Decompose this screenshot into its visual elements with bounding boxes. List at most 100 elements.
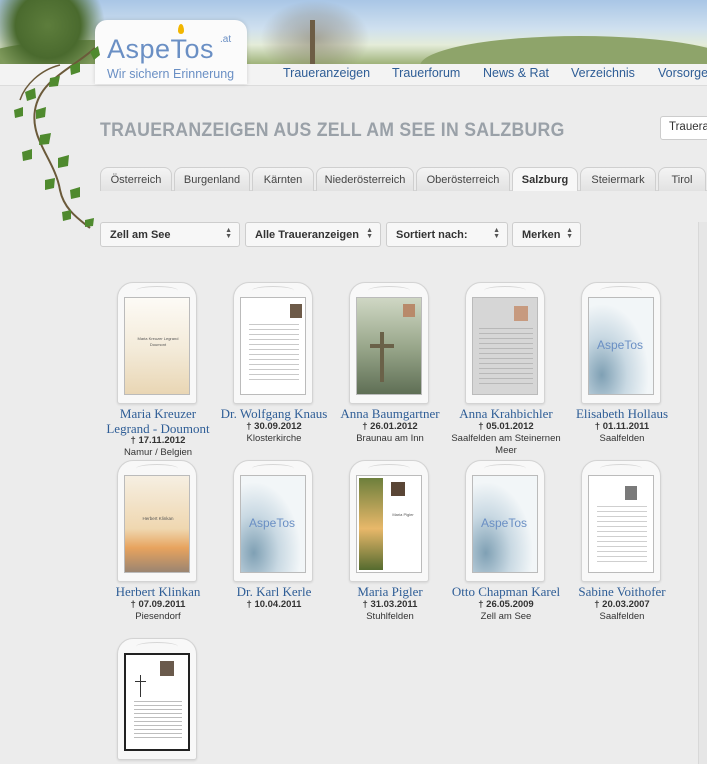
obituary-frame	[581, 460, 661, 582]
obituary-date: † 05.01.2012	[478, 421, 534, 432]
location-select-value: Zell am See	[110, 229, 171, 241]
obituary-frame: Maria Kreuzer Legrand Doumont	[117, 282, 197, 404]
thumb-logo-text: AspeTos	[481, 516, 528, 530]
obituary-place: Namur / Belgien	[123, 447, 193, 458]
cross-icon-bar	[370, 344, 394, 348]
cross-icon-bar	[135, 681, 146, 682]
thumb-portrait	[391, 482, 405, 496]
nav-verzeichnis[interactable]: Verzeichnis	[571, 66, 635, 80]
nav-news-rat[interactable]: News & Rat	[483, 66, 549, 80]
obituary-name[interactable]: Anna Baumgartner	[332, 406, 448, 421]
obituary-date: † 10.04.2011	[246, 599, 302, 610]
obituary-frame	[117, 638, 197, 760]
tab-oesterreich[interactable]: Österreich	[100, 167, 172, 191]
thumb-logo-text: AspeTos	[249, 516, 296, 530]
obituary-place: Piesendorf	[135, 611, 181, 622]
bookmark-select[interactable]: Merken ▲ ▼	[512, 222, 581, 247]
obituary-name[interactable]: Sabine Voithofer	[564, 584, 680, 599]
obituary-date: † 26.05.2009	[478, 599, 534, 610]
thumb-logo-text: AspeTos	[597, 338, 644, 352]
thumb-lines	[597, 506, 647, 562]
obituary-frame: AspeTos	[581, 282, 661, 404]
obituary-thumbnail[interactable]: AspeTos	[472, 475, 538, 573]
cross-icon	[380, 332, 384, 382]
type-select[interactable]: Alle Traueranzeigen ▲ ▼	[245, 222, 381, 247]
thumb-lines	[479, 328, 533, 386]
sort-select[interactable]: Sortiert nach: ▲ ▼	[386, 222, 508, 247]
obituary-thumbnail[interactable]: AspeTos	[588, 297, 654, 395]
logo-name: AspeTos	[107, 34, 215, 64]
obituary-place: Saalfelden	[599, 611, 645, 622]
up-down-arrows-icon: ▲ ▼	[566, 227, 573, 240]
tab-oberoesterreich[interactable]: Oberösterreich	[416, 167, 510, 191]
obituary-frame: AspeTos	[233, 460, 313, 582]
location-select[interactable]: Zell am See ▲ ▼	[100, 222, 240, 247]
thumb-portrait	[403, 304, 415, 317]
obituary-name[interactable]: Dr. Karl Kerle	[216, 584, 332, 599]
obituary-thumbnail[interactable]: Maria Pigler	[356, 475, 422, 573]
type-select-value: Alle Traueranzeigen	[255, 229, 359, 241]
obituary-date: † 31.03.2011	[362, 599, 418, 610]
cross-icon	[140, 675, 141, 697]
obituary-place: Braunau am Inn	[356, 433, 424, 444]
obituary-place: Stuhlfelden	[366, 611, 414, 622]
obituary-thumbnail[interactable]	[124, 653, 190, 751]
obituary-date: † 07.09.2011	[130, 599, 186, 610]
thumb-portrait	[625, 486, 637, 500]
obituary-name[interactable]: Otto Chapman Karel	[448, 584, 564, 599]
obituary-place: Zell am See	[480, 611, 532, 622]
bookmark-select-value: Merken	[522, 229, 561, 241]
region-tabs: Österreich Burgenland Kärnten Niederöste…	[100, 167, 707, 191]
obituary-date: † 26.01.2012	[362, 421, 418, 432]
obituary-thumbnail[interactable]	[356, 297, 422, 395]
obituary-name[interactable]: Elisabeth Hollaus	[564, 406, 680, 421]
header-tree-trunk	[310, 20, 315, 64]
content-scrollbar[interactable]	[698, 222, 707, 764]
obituary-name[interactable]: Anna Krahbichler	[448, 406, 564, 421]
obituary-thumbnail[interactable]: AspeTos	[240, 475, 306, 573]
obituary-place: Klosterkirche	[246, 433, 302, 444]
obituary-date: † 01.11.2011	[594, 421, 650, 432]
logo-tld: .at	[220, 34, 232, 45]
tab-salzburg[interactable]: Salzburg	[512, 167, 578, 191]
tab-steiermark[interactable]: Steiermark	[580, 167, 656, 191]
obituary-thumbnail[interactable]	[472, 297, 538, 395]
up-down-arrows-icon: ▲ ▼	[366, 227, 373, 240]
logo-slogan: Wir sichern Erinnerung	[107, 67, 235, 81]
thumb-portrait	[514, 306, 528, 321]
thumb-text: Doumont	[149, 342, 167, 347]
obituary-date: † 30.09.2012	[246, 421, 302, 432]
obituary-name[interactable]: Dr. Wolfgang Knaus	[216, 406, 332, 421]
obituary-thumbnail[interactable]: Herbert Klinkan	[124, 475, 190, 573]
obituary-thumbnail[interactable]	[240, 297, 306, 395]
up-down-arrows-icon: ▲ ▼	[493, 227, 500, 240]
obituary-name[interactable]: Maria Pigler	[332, 584, 448, 599]
obituary-frame	[349, 282, 429, 404]
tab-burgenland[interactable]: Burgenland	[174, 167, 250, 191]
nav-vorsorge[interactable]: Vorsorge	[658, 66, 707, 80]
logo[interactable]: AspeTos .at Wir sichern Erinnerung	[95, 20, 247, 84]
obituary-date: † 17.11.2012	[130, 435, 186, 446]
tab-niederoesterreich[interactable]: Niederösterreich	[316, 167, 414, 191]
search-input[interactable]: Trauera	[660, 116, 707, 140]
thumb-portrait	[290, 304, 302, 318]
nav-trauerforum[interactable]: Trauerforum	[392, 66, 460, 80]
obituary-date: † 20.03.2007	[594, 599, 650, 610]
tab-kaernten[interactable]: Kärnten	[252, 167, 314, 191]
obituary-thumbnail[interactable]	[588, 475, 654, 573]
thumb-photo	[359, 478, 383, 570]
obituary-frame	[233, 282, 313, 404]
tab-tirol[interactable]: Tirol	[658, 167, 706, 191]
obituary-place: Saalfelden am Steinernen Meer	[451, 433, 561, 456]
obituary-frame: Maria Pigler	[349, 460, 429, 582]
thumb-lines	[134, 701, 182, 741]
obituary-name[interactable]: Herbert Klinkan	[100, 584, 216, 599]
header-hill-right	[420, 36, 707, 64]
header-tree-center	[260, 0, 370, 64]
nav-traueranzeigen[interactable]: Traueranzeigen	[283, 66, 370, 80]
obituary-name[interactable]: Maria Kreuzer Legrand - Doumont	[100, 406, 216, 436]
obituary-thumbnail[interactable]: Maria Kreuzer Legrand Doumont	[124, 297, 190, 395]
thumb-text: Maria Kreuzer Legrand	[137, 336, 179, 341]
page-title: Traueranzeigen aus Zell am See in Salzbu…	[100, 120, 565, 141]
up-down-arrows-icon: ▲ ▼	[225, 227, 232, 240]
